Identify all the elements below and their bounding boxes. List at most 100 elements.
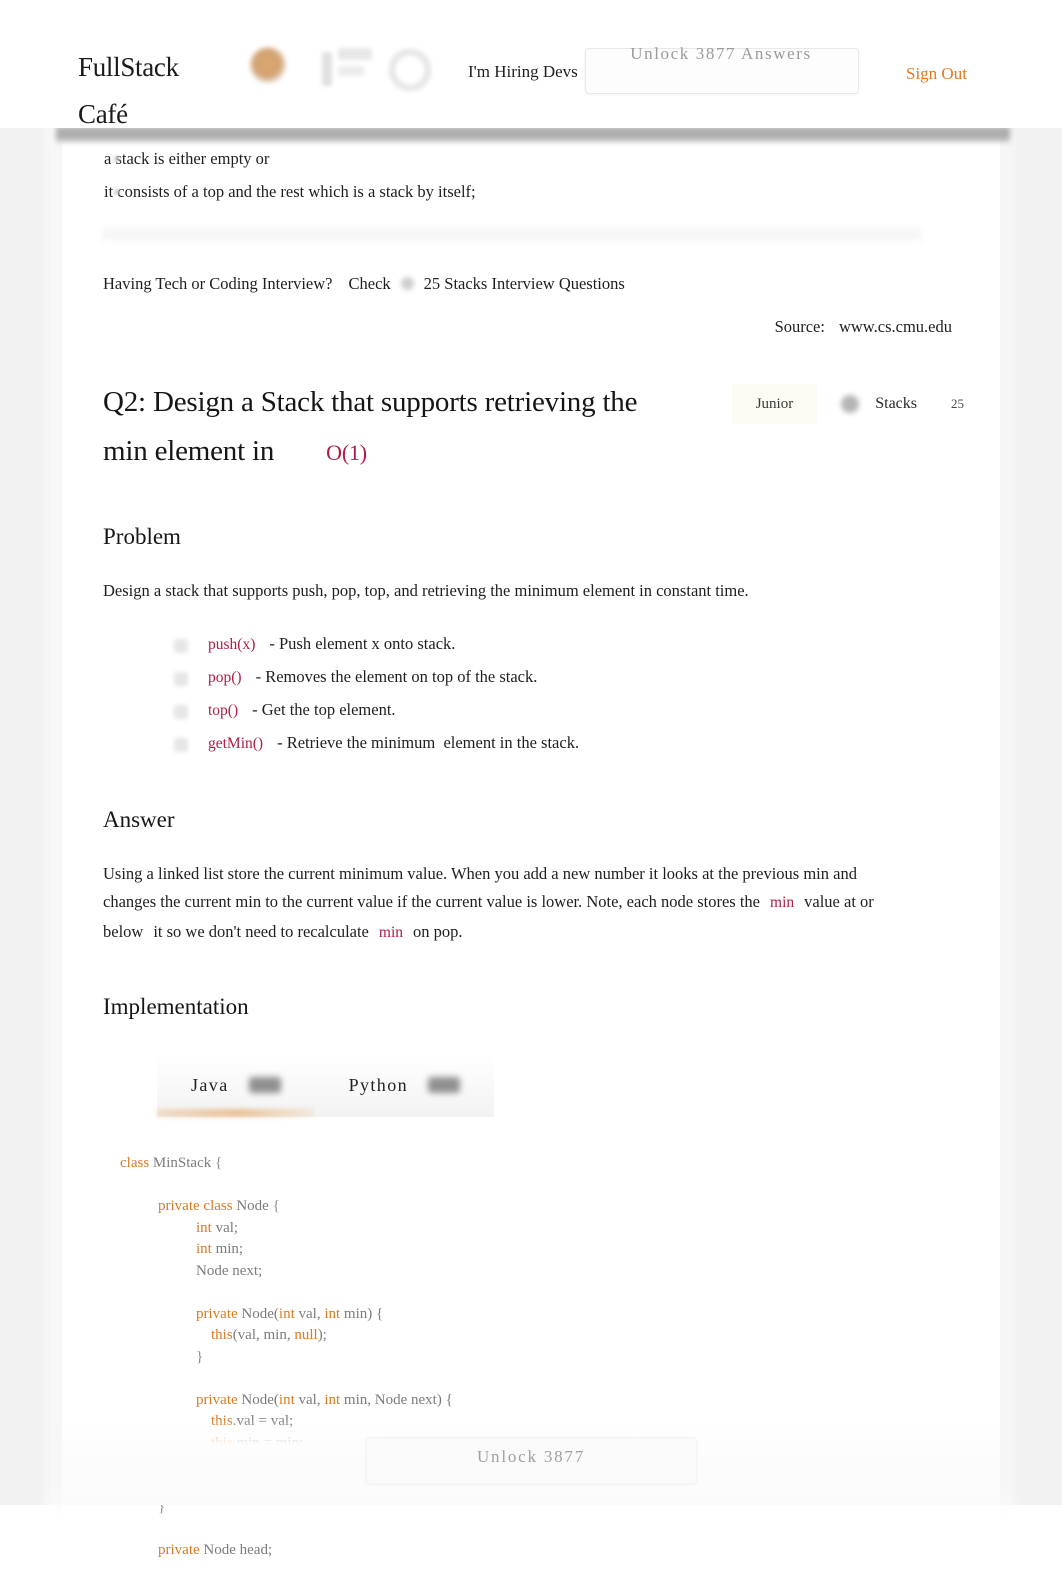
question-complexity: O(1) <box>326 440 367 465</box>
code-block-java[interactable]: class MinStack { private class Node {int… <box>62 1139 1000 1592</box>
brand-line-2: Café <box>78 99 128 129</box>
problem-api-list: push(x) - Push element x onto stack. pop(… <box>62 628 1000 760</box>
code-token: (val, min, <box>232 1327 295 1343</box>
code-token: min) { <box>340 1305 384 1322</box>
answer-code-1: min <box>770 894 795 911</box>
bottom-unlock-label[interactable]: Unlock 3877 <box>366 1437 696 1477</box>
list-item: push(x) - Push element x onto stack. <box>62 628 1000 661</box>
promo-check: Check <box>348 274 391 293</box>
unlock-answers-button-label[interactable]: Unlock 3877 Answers <box>585 39 857 69</box>
api-code: getMin() <box>208 734 264 752</box>
code-token: class <box>120 1155 150 1171</box>
section-heading-answer: Answer <box>103 806 175 832</box>
status-badge-level[interactable]: Junior <box>731 384 818 424</box>
code-token: private <box>196 1391 238 1408</box>
topic-count: 25 <box>951 396 964 411</box>
code-token: int <box>196 1241 212 1257</box>
api-code: push(x) <box>208 635 256 653</box>
code-token: min; <box>211 1241 244 1257</box>
code-token: int <box>196 1219 212 1236</box>
api-desc: - Get the top element. <box>252 699 396 719</box>
question-badges: Junior Stacks 25 <box>731 384 980 424</box>
code-token: int <box>324 1305 341 1322</box>
nav-hiring-devs[interactable]: I'm Hiring Devs <box>468 58 578 85</box>
promo-line: Having Tech or Coding Interview? Check 25 … <box>103 270 1000 298</box>
api-desc: - Push element x onto stack. <box>269 633 456 653</box>
code-token: Node <box>236 1198 269 1214</box>
code-line: int min; <box>62 1239 1000 1261</box>
code-token: private <box>158 1542 200 1558</box>
code-line: Node next; <box>62 1261 1000 1283</box>
sign-out-link[interactable]: Sign Out <box>906 59 978 88</box>
bottom-unlock-bar[interactable]: Unlock 3877 <box>62 1419 1000 1505</box>
python-logo-icon <box>428 1077 461 1093</box>
code-token: private <box>158 1198 200 1214</box>
promo-link[interactable]: 25 Stacks Interview Questions <box>424 274 625 293</box>
source-label: Source: <box>774 317 825 336</box>
code-token: Node head; <box>199 1542 273 1558</box>
intro-bullet-list: a stack is either empty or it consists o… <box>62 142 1000 208</box>
code-token: this <box>211 1327 233 1343</box>
code-token: private <box>196 1305 238 1322</box>
question-separator: : <box>138 386 146 418</box>
divider <box>102 226 922 240</box>
answer-text: Using a linked list store the current mi… <box>103 860 893 948</box>
code-token: } <box>196 1348 204 1365</box>
code-line: private Node(int val, int min, Node next… <box>62 1390 1000 1412</box>
code-token: int <box>324 1391 341 1408</box>
language-tabs: Java Python <box>157 1053 1000 1117</box>
code-token: class <box>203 1198 233 1214</box>
tab-label: Python <box>348 1074 409 1095</box>
source-line: Source: www.cs.cmu.edu <box>62 314 952 340</box>
stacks-topic-icon <box>841 395 860 413</box>
code-line: class MinStack { <box>62 1153 1000 1175</box>
question-number: Q2 <box>103 386 139 418</box>
brand-line-1: FullStack <box>78 52 179 82</box>
api-code: top() <box>208 701 239 719</box>
article-body: a stack is either empty or it consists o… <box>62 142 1000 1592</box>
code-token: int <box>278 1305 295 1322</box>
code-token: val; <box>211 1219 239 1236</box>
code-token: { <box>211 1155 223 1171</box>
code-token: Node( <box>237 1305 279 1322</box>
api-desc-post: element in the stack. <box>443 732 580 752</box>
answer-text-3: it so we don't need to recalculate <box>153 921 369 941</box>
code-line: this(val, min, null); <box>62 1325 1000 1347</box>
bullet-dot-icon <box>400 277 414 290</box>
code-line: private class Node { <box>62 1196 1000 1218</box>
api-code: pop() <box>208 668 242 686</box>
answer-code-2: min <box>378 923 404 941</box>
section-heading-implementation: Implementation <box>103 994 249 1019</box>
status-badge-topic[interactable]: Stacks 25 <box>817 384 980 424</box>
code-line: private Node head; <box>62 1540 1000 1562</box>
topic-label: Stacks <box>875 395 917 412</box>
code-token: int <box>278 1391 295 1408</box>
api-desc: - Removes the element on top of the stac… <box>255 666 538 686</box>
answer-text-1: Using a linked list store the current mi… <box>103 863 857 912</box>
code-token: Node next; <box>196 1262 263 1279</box>
fsc-wordmark-icon <box>318 44 442 94</box>
code-token: { <box>268 1198 280 1214</box>
code-token: min, Node next) { <box>340 1391 453 1408</box>
code-token: MinStack <box>152 1155 212 1171</box>
api-desc-code: minimum <box>371 732 436 752</box>
site-header: FullStack Café I'm Hiring Devs Unlock 387… <box>0 0 1062 129</box>
promo-prefix: Having Tech or Coding Interview? <box>103 274 333 293</box>
tab-label: Java <box>191 1074 229 1095</box>
code-token: Node( <box>237 1391 279 1408</box>
code-token: val, <box>294 1391 325 1408</box>
section-heading-problem: Problem <box>103 524 181 549</box>
tab-python[interactable]: Python <box>314 1053 495 1117</box>
tab-java[interactable]: Java <box>157 1053 315 1117</box>
list-item: getMin() - Retrieve the minimum element i… <box>62 727 1000 760</box>
code-line: int val; <box>62 1218 1000 1240</box>
code-token: null <box>294 1327 318 1343</box>
list-item: it consists of a top and the rest which … <box>62 175 1000 208</box>
source-value[interactable]: www.cs.cmu.edu <box>839 317 952 336</box>
list-item: a stack is either empty or <box>62 142 1000 175</box>
code-token: val, <box>294 1305 325 1322</box>
code-line: } <box>62 1347 1000 1369</box>
